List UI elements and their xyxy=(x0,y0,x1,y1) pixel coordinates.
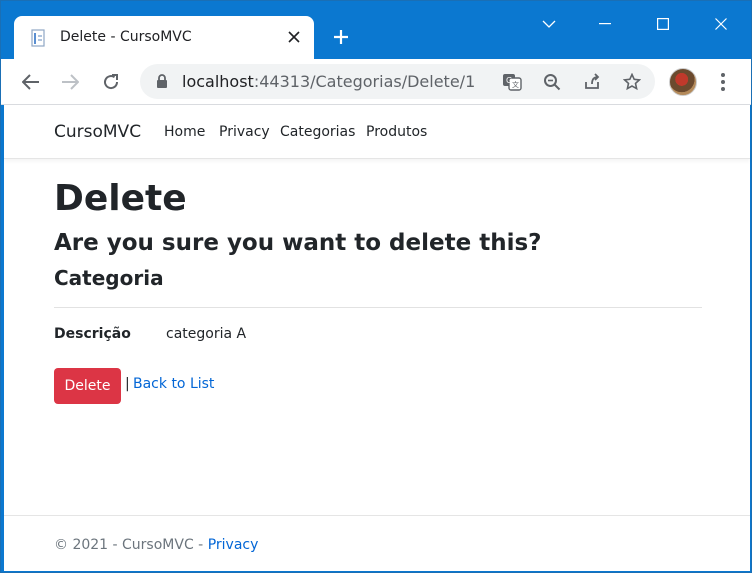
tab-strip: Delete - CursoMVC xyxy=(1,1,751,59)
site-footer: © 2021 - CursoMVC - Privacy xyxy=(54,537,258,553)
nav-link-categorias[interactable]: Categorias xyxy=(280,124,355,140)
entity-name: Categoria xyxy=(54,266,164,290)
link-separator: | xyxy=(125,376,130,392)
url-path: :44313/Categorias/Delete/1 xyxy=(253,72,476,91)
tab-title: Delete - CursoMVC xyxy=(60,29,192,45)
window-close-icon[interactable] xyxy=(701,9,741,39)
translate-icon[interactable]: G文 xyxy=(500,70,524,94)
reload-icon[interactable] xyxy=(96,67,126,97)
nav-link-home[interactable]: Home xyxy=(164,124,205,140)
share-icon[interactable] xyxy=(580,70,604,94)
page-title: Delete xyxy=(54,178,187,219)
more-options-icon[interactable] xyxy=(713,68,733,96)
zoom-icon[interactable] xyxy=(540,70,564,94)
profile-avatar[interactable] xyxy=(669,68,697,96)
browser-toolbar: localhost:44313/Categorias/Delete/1 G文 xyxy=(1,59,751,105)
browser-tab[interactable]: Delete - CursoMVC xyxy=(14,16,314,59)
back-arrow-icon[interactable] xyxy=(16,67,46,97)
address-bar[interactable]: localhost:44313/Categorias/Delete/1 G文 xyxy=(140,64,655,99)
footer-copyright: © 2021 - CursoMVC - xyxy=(54,537,208,553)
web-page: CursoMVC Home Privacy Categorias Produto… xyxy=(4,105,750,571)
url-text[interactable]: localhost:44313/Categorias/Delete/1 xyxy=(182,72,475,91)
new-tab-button[interactable] xyxy=(329,25,353,49)
forward-arrow-icon[interactable] xyxy=(55,67,85,97)
url-host: localhost xyxy=(182,72,254,91)
close-tab-icon[interactable] xyxy=(284,27,304,47)
svg-text:文: 文 xyxy=(512,80,519,89)
delete-button[interactable]: Delete xyxy=(54,368,121,404)
bookmark-star-icon[interactable] xyxy=(620,70,644,94)
page-favicon-icon xyxy=(30,29,48,47)
field-value-descricao: categoria A xyxy=(166,326,247,342)
site-navbar: CursoMVC Home Privacy Categorias Produto… xyxy=(4,105,750,159)
delete-confirmation-text: Are you sure you want to delete this? xyxy=(54,230,542,256)
footer-divider xyxy=(4,515,750,516)
footer-privacy-link[interactable]: Privacy xyxy=(208,537,259,553)
back-to-list-link[interactable]: Back to List xyxy=(133,376,214,392)
site-brand-link[interactable]: CursoMVC xyxy=(54,122,141,142)
nav-link-produtos[interactable]: Produtos xyxy=(366,124,427,140)
field-label-descricao: Descrição xyxy=(54,326,131,342)
lock-icon[interactable] xyxy=(156,74,168,93)
browser-window: Delete - CursoMVC localhost:44313/Catego… xyxy=(0,0,752,573)
minimize-icon[interactable] xyxy=(585,9,625,39)
maximize-icon[interactable] xyxy=(643,9,683,39)
nav-link-privacy[interactable]: Privacy xyxy=(219,124,270,140)
tab-search-icon[interactable] xyxy=(529,9,569,39)
divider xyxy=(54,307,702,308)
